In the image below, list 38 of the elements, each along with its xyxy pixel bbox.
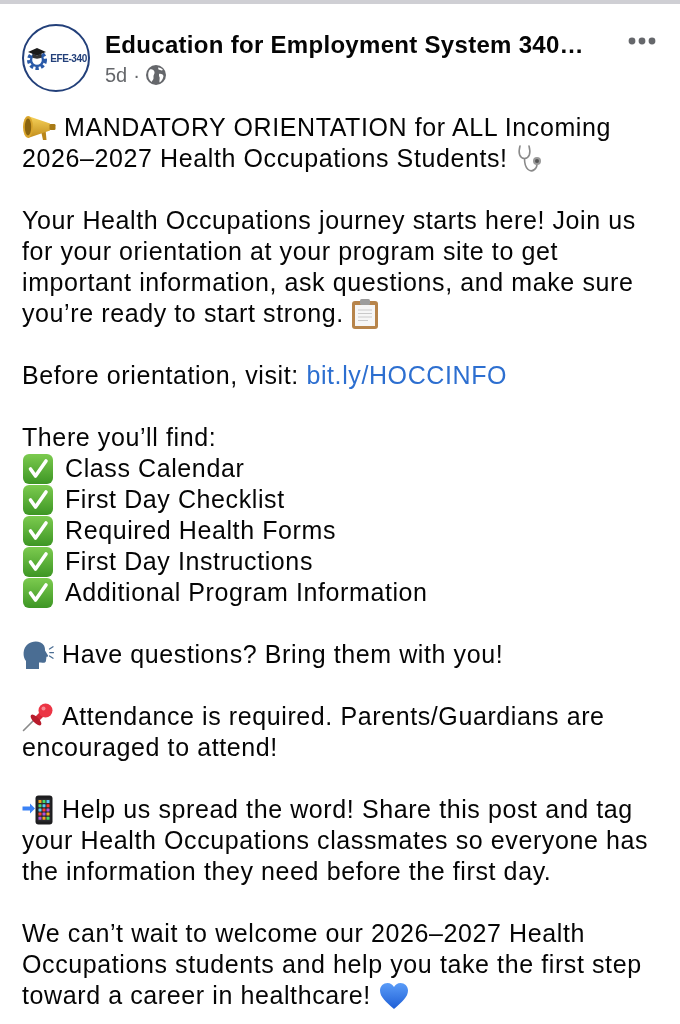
checklist-item: Required Health Forms <box>65 515 337 546</box>
check-icon <box>23 453 53 484</box>
globe-icon <box>145 65 166 85</box>
share-text: Help us spread the word! Share this post and tag <box>62 794 633 825</box>
link-paragraph: Before orientation, visit: bit.ly/HOCCINFO <box>22 360 509 391</box>
more-options-button[interactable] <box>628 37 656 45</box>
questions-text: Have questions? Bring them with you! <box>62 639 504 670</box>
checklist-heading: There you’ll find: <box>22 422 218 453</box>
headline-text: MANDATORY ORIENTATION for ALL Incoming <box>64 112 612 143</box>
checklist-item: First Day Instructions <box>65 546 313 577</box>
phone-arrow-icon <box>22 794 54 825</box>
post-time[interactable]: 5d <box>105 63 128 87</box>
attendance-text: encouraged to attend! <box>22 732 279 763</box>
check-icon <box>23 484 53 515</box>
more-options-icon <box>628 37 656 45</box>
page-logo[interactable]: EFE-340 <box>22 24 90 92</box>
share-text: your Health Occupations classmates so everyone has the information they need before the first day. <box>22 825 650 887</box>
speaking-head-icon <box>22 639 54 670</box>
megaphone-icon <box>22 114 56 141</box>
logo-text: EFE-340 <box>50 52 87 64</box>
intro-text: you’re ready to start strong. <box>22 298 344 329</box>
attendance-text: Attendance is required. Parents/Guardians are <box>62 701 605 732</box>
checklist-item: Class Calendar <box>65 453 245 484</box>
closing-text: toward a career in healthcare! <box>22 980 371 1011</box>
check-icon <box>23 515 53 546</box>
stethoscope-icon <box>515 143 544 174</box>
gear-cap-icon <box>25 45 50 71</box>
meta-separator: · <box>133 63 140 87</box>
heart-icon <box>378 981 409 1010</box>
headline-text: 2026–2027 Health Occupations Students! <box>22 143 508 174</box>
checklist-item: Additional Program Information <box>65 577 428 608</box>
checklist-item: First Day Checklist <box>65 484 285 515</box>
info-link[interactable]: bit.ly/HOCCINFO <box>306 361 508 389</box>
pushpin-icon <box>22 701 54 732</box>
check-icon <box>23 546 53 577</box>
author-name[interactable]: Education for Employment System 340… <box>105 30 584 60</box>
clipboard-icon <box>351 298 378 329</box>
check-icon <box>23 577 53 608</box>
